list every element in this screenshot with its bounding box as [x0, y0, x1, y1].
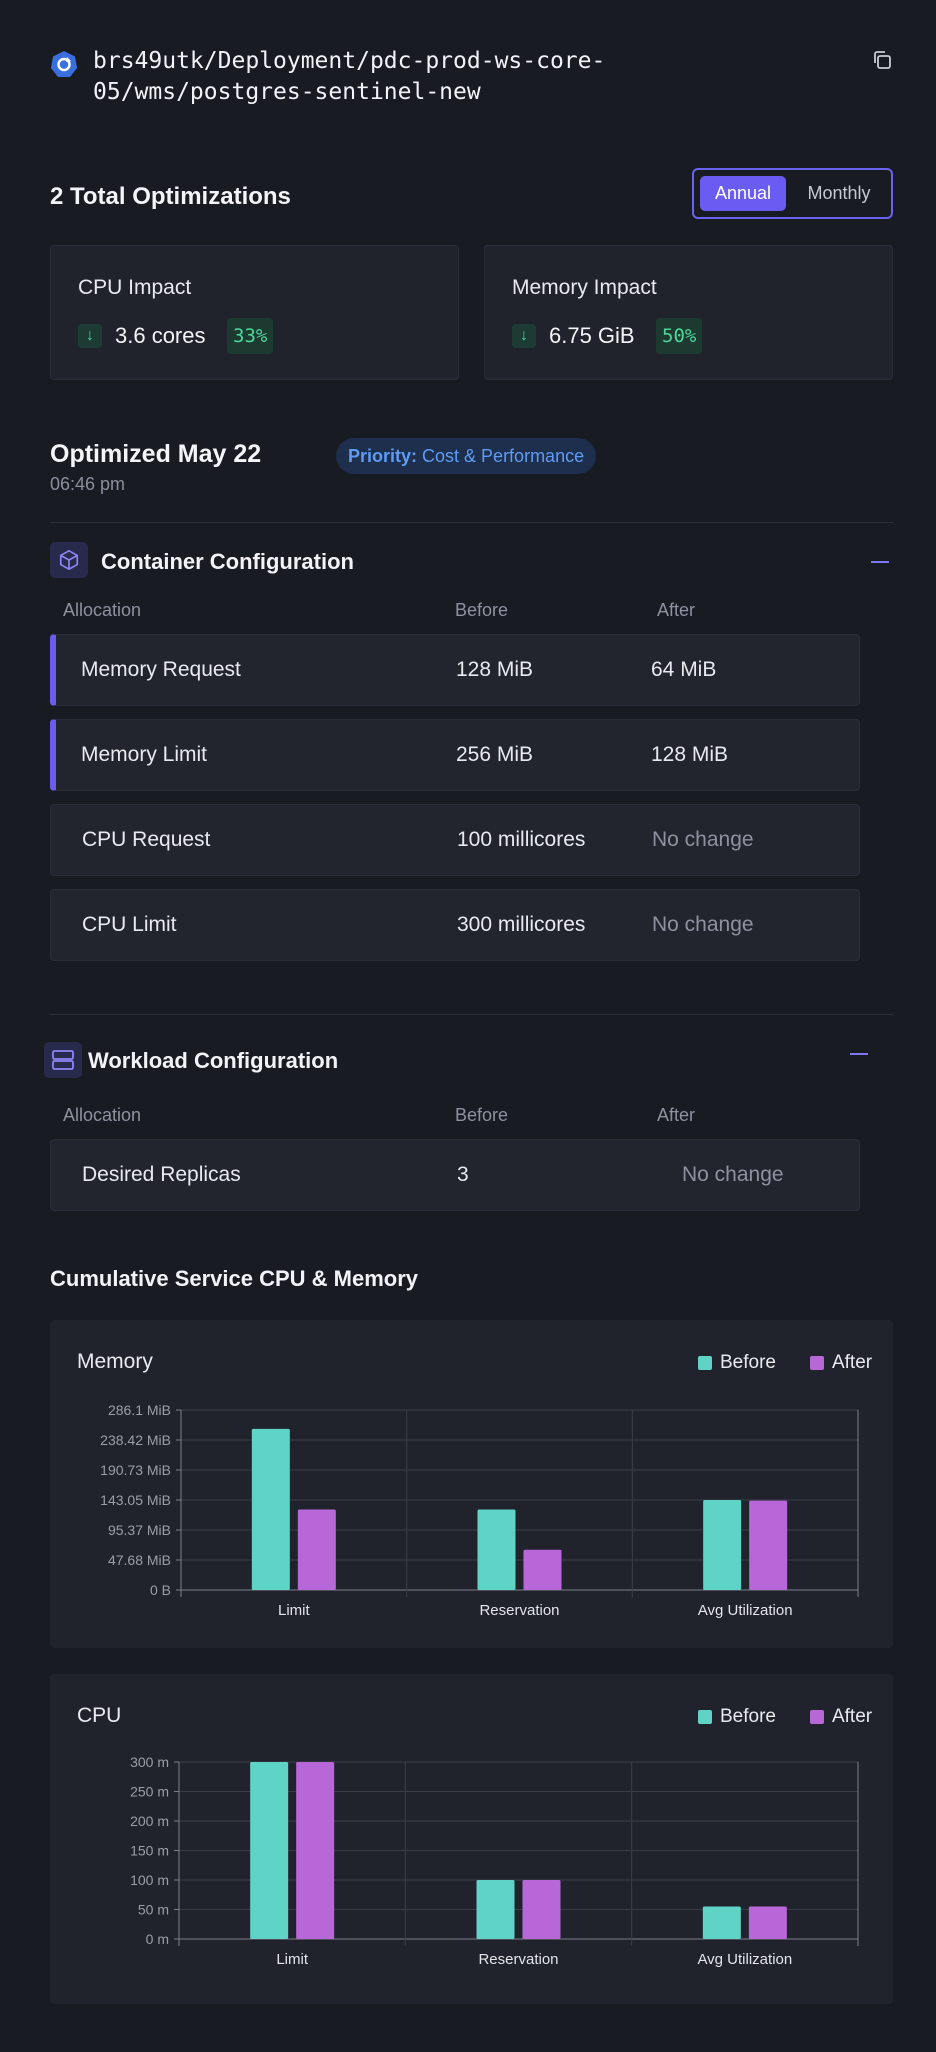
divider: [50, 1014, 893, 1015]
allocation-name: CPU Limit: [82, 913, 177, 936]
memory-impact-card: Memory Impact ↓ 6.75 GiB 50%: [484, 245, 893, 380]
bar-after: [748, 1906, 787, 1939]
y-tick-label: 300 m: [130, 1754, 169, 1770]
col-after: After: [657, 1105, 696, 1125]
arrow-down-icon: ↓: [512, 324, 536, 348]
workload-config-title: Workload Configuration: [88, 1048, 339, 1073]
y-tick-label: 95.37 MiB: [108, 1522, 171, 1538]
memory-bar-chart: 0 B 47.68 MiB 95.37 MiB 143.05 MiB 190.73 Mi…: [100, 1402, 859, 1619]
x-tick-label: Limit: [276, 1951, 309, 1968]
kubernetes-icon: [50, 50, 78, 78]
x-tick-label: Reservation: [479, 1602, 559, 1619]
toggle-monthly[interactable]: Monthly: [792, 176, 886, 211]
allocation-name: Memory Request: [81, 658, 241, 681]
before-value: 3: [457, 1163, 469, 1186]
y-tick-label: 200 m: [130, 1813, 169, 1829]
bar-before: [702, 1906, 741, 1939]
col-allocation: Allocation: [63, 600, 142, 620]
divider: [50, 522, 893, 523]
col-after: After: [657, 600, 696, 620]
y-tick-label: 190.73 MiB: [100, 1462, 171, 1478]
before-value: 300 millicores: [457, 913, 586, 936]
optimized-time: 06:46 pm: [50, 474, 126, 494]
y-tick-label: 0 B: [150, 1582, 171, 1598]
bar-before: [476, 1880, 515, 1939]
y-tick-label: 143.05 MiB: [100, 1492, 171, 1508]
y-tick-label: 50 m: [138, 1902, 169, 1918]
table-row: Desired Replicas 3 No change: [50, 1139, 860, 1211]
cpu-bar-chart: 0 m 50 m 100 m 150 m 200 m 250 m 300 m Limit Res…: [130, 1754, 859, 1968]
table-row: Memory Request 128 MiB 64 MiB: [50, 634, 860, 706]
before-value: 128 MiB: [456, 658, 534, 681]
col-before: Before: [455, 1105, 509, 1125]
before-value: 100 millicores: [457, 828, 586, 851]
allocation-name: CPU Request: [82, 828, 211, 851]
server-icon: [44, 1042, 82, 1078]
cpu-chart-card: CPU Before After 0 m 50 m 100 m 150 m 200 m2…: [50, 1674, 893, 2004]
cube-icon: [50, 542, 88, 578]
bar-before: [250, 1762, 289, 1939]
cpu-impact-value: 3.6 cores: [115, 323, 206, 348]
after-value: No change: [652, 828, 754, 851]
memory-impact-title: Memory Impact: [512, 276, 657, 299]
memory-impact-value: 6.75 GiB: [549, 323, 635, 348]
allocation-name: Desired Replicas: [82, 1163, 241, 1186]
bar-after: [523, 1549, 562, 1590]
y-tick-label: 0 m: [146, 1931, 169, 1947]
y-tick-label: 238.42 MiB: [100, 1432, 171, 1448]
x-tick-label: Avg Utilization: [698, 1602, 793, 1619]
table-row: CPU Request 100 millicores No change: [50, 804, 860, 876]
collapse-icon[interactable]: [850, 1053, 868, 1055]
collapse-icon[interactable]: [871, 561, 889, 563]
charts-section-title: Cumulative Service CPU & Memory: [50, 1266, 419, 1291]
optimizations-title: 2 Total Optimizations: [50, 183, 291, 210]
priority-badge: Priority: Cost & Performance: [336, 438, 597, 474]
y-tick-label: 250 m: [130, 1784, 169, 1800]
y-tick-label: 47.68 MiB: [108, 1552, 171, 1568]
cpu-impact-card: CPU Impact ↓ 3.6 cores 33%: [50, 245, 459, 380]
optimized-date: Optimized May 22: [50, 440, 262, 468]
bar-before: [251, 1428, 290, 1590]
bar-before: [703, 1500, 742, 1590]
bar-after: [749, 1500, 788, 1590]
y-tick-label: 150 m: [130, 1843, 169, 1859]
cpu-impact-title: CPU Impact: [78, 276, 192, 299]
after-value: 64 MiB: [651, 658, 717, 681]
y-tick-label: 100 m: [130, 1872, 169, 1888]
bar-after: [522, 1880, 561, 1939]
arrow-down-icon: ↓: [78, 324, 102, 348]
priority-value: Cost & Performance: [422, 446, 585, 466]
container-config-title: Container Configuration: [101, 549, 354, 574]
toggle-annual[interactable]: Annual: [700, 176, 786, 211]
x-tick-label: Reservation: [478, 1951, 558, 1968]
col-allocation: Allocation: [63, 1105, 142, 1125]
table-row: Memory Limit 256 MiB 128 MiB: [50, 719, 860, 791]
resource-path: brs49utk/Deployment/pdc-prod-ws-core-05/…: [93, 48, 606, 105]
copy-icon[interactable]: [870, 48, 894, 72]
memory-chart-card: Memory Before After 0 B 47.68 MiB 95.37 Mi…: [50, 1320, 893, 1648]
after-value: 128 MiB: [651, 743, 729, 766]
x-tick-label: Limit: [278, 1602, 311, 1619]
bar-after: [297, 1509, 336, 1590]
memory-impact-percent: 50%: [656, 318, 703, 354]
y-tick-label: 286.1 MiB: [108, 1402, 171, 1418]
after-value: No change: [682, 1163, 784, 1186]
before-value: 256 MiB: [456, 743, 534, 766]
after-value: No change: [652, 913, 754, 936]
cpu-impact-percent: 33%: [227, 318, 274, 354]
table-row: CPU Limit 300 millicores No change: [50, 889, 860, 961]
priority-label: Priority:: [348, 446, 418, 466]
col-before: Before: [455, 600, 509, 620]
bar-before: [477, 1509, 516, 1590]
bar-after: [296, 1762, 335, 1939]
period-toggle: Annual Monthly: [692, 168, 893, 219]
x-tick-label: Avg Utilization: [697, 1951, 792, 1968]
allocation-name: Memory Limit: [81, 743, 208, 766]
